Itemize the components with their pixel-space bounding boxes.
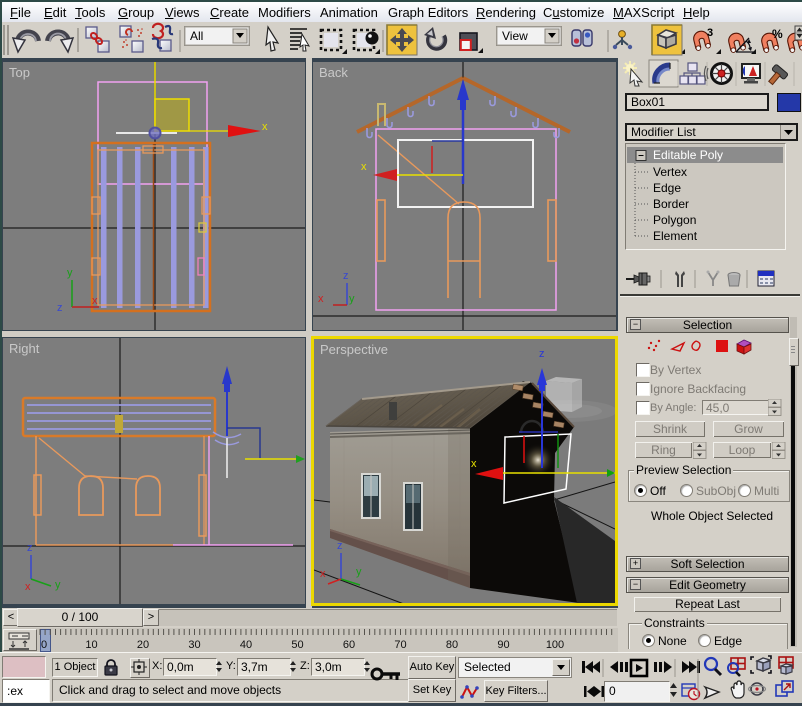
svg-text:x: x xyxy=(92,295,98,307)
svg-text:10: 10 xyxy=(85,639,97,651)
svg-text:x: x xyxy=(320,568,326,580)
svg-text:%: % xyxy=(772,27,783,41)
svg-text:40: 40 xyxy=(240,639,252,651)
svg-text:90: 90 xyxy=(497,639,509,651)
svg-text:80: 80 xyxy=(446,639,458,651)
svg-text:x: x xyxy=(25,581,31,593)
svg-text:x: x xyxy=(262,121,268,133)
svg-text:70: 70 xyxy=(394,639,406,651)
svg-text:0: 0 xyxy=(41,639,47,651)
svg-text:All: All xyxy=(190,29,203,43)
svg-text:50: 50 xyxy=(291,639,303,651)
svg-text:z: z xyxy=(57,302,63,314)
svg-text:100: 100 xyxy=(546,639,564,651)
svg-text:3: 3 xyxy=(707,27,713,39)
svg-text:x: x xyxy=(318,293,324,305)
svg-text:x: x xyxy=(361,161,367,173)
svg-text:30: 30 xyxy=(188,639,200,651)
svg-text:x: x xyxy=(471,458,477,470)
svg-text:20: 20 xyxy=(137,639,149,651)
svg-text:z: z xyxy=(343,270,349,282)
svg-text:y: y xyxy=(349,293,355,305)
svg-text:z: z xyxy=(539,348,545,360)
svg-text:View: View xyxy=(502,29,528,43)
svg-text:y: y xyxy=(67,267,73,279)
svg-text:60: 60 xyxy=(343,639,355,651)
svg-text:y: y xyxy=(55,579,61,591)
svg-text:z: z xyxy=(337,540,343,552)
svg-text:y: y xyxy=(356,566,362,578)
svg-text:z: z xyxy=(27,542,33,554)
